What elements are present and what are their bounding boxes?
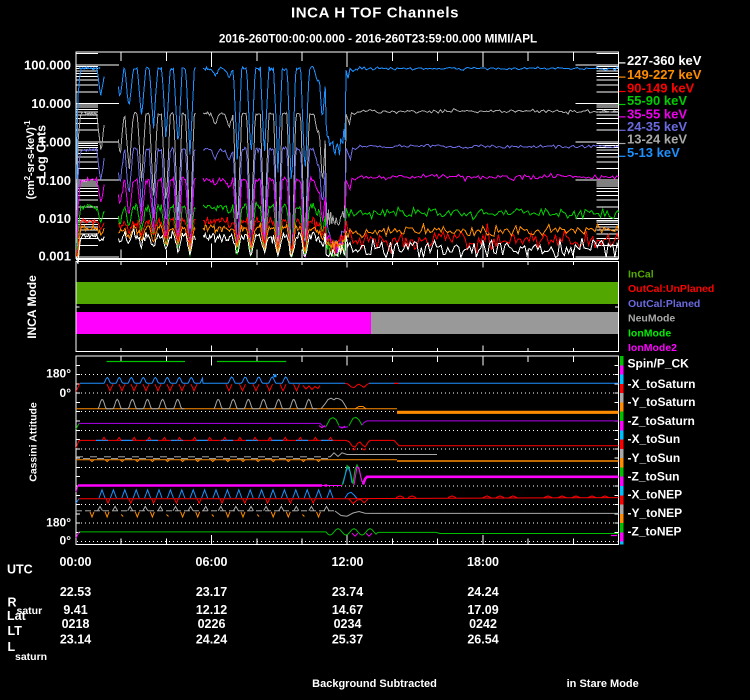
svg-text:-Y_toNEP: -Y_toNEP [628,506,683,520]
svg-text:100.000: 100.000 [24,58,71,73]
svg-text:-Z_toNEP: -Z_toNEP [628,525,682,539]
svg-text:(cm2-sr-s-keV)-1: (cm2-sr-s-keV)-1 [23,120,37,199]
svg-text:227-360 keV: 227-360 keV [627,53,702,68]
svg-text:24.24: 24.24 [467,585,498,599]
svg-text:OutCal:Planed: OutCal:Planed [628,298,700,310]
svg-text:-Y_toSun: -Y_toSun [628,451,681,465]
svg-text:-Y_toSaturn: -Y_toSaturn [628,395,696,409]
svg-text:23.14: 23.14 [60,633,91,647]
svg-text:OutCal:UnPlaned: OutCal:UnPlaned [628,283,714,295]
svg-text:14.67: 14.67 [332,603,363,617]
svg-text:-X_toSaturn: -X_toSaturn [628,377,696,391]
svg-text:22.53: 22.53 [60,585,91,599]
svg-text:NeuMode: NeuMode [628,313,675,325]
svg-text:180°: 180° [46,516,71,530]
svg-text:0.010: 0.010 [38,211,71,226]
svg-text:0226: 0226 [198,617,226,631]
svg-text:-Z_toSun: -Z_toSun [628,469,680,483]
svg-text:UTC: UTC [7,563,33,577]
svg-text:-X_toSun: -X_toSun [628,432,681,446]
svg-text:in Stare Mode: in Stare Mode [567,678,639,690]
svg-text:12.12: 12.12 [196,603,227,617]
svg-text:LT: LT [8,624,23,638]
svg-text:0°: 0° [60,534,72,548]
svg-text:2016-260T00:00:00.000 - 2016-2: 2016-260T00:00:00.000 - 2016-260T23:59:0… [219,33,537,46]
svg-text:InCal: InCal [628,269,654,281]
svg-text:Lat: Lat [7,609,27,623]
svg-text:5-13 keV: 5-13 keV [627,145,680,160]
svg-text:18:00: 18:00 [467,555,499,569]
svg-text:23.17: 23.17 [196,585,227,599]
svg-text:saturn: saturn [15,651,47,663]
svg-text:12:00: 12:00 [332,555,364,569]
svg-text:10.000: 10.000 [31,96,71,111]
svg-text:-X_toNEP: -X_toNEP [628,488,683,502]
svg-text:Background Subtracted: Background Subtracted [312,678,437,690]
svg-text:INCA Mode: INCA Mode [25,275,39,339]
svg-text:00:00: 00:00 [60,555,92,569]
svg-text:INCA H TOF Channels: INCA H TOF Channels [291,5,459,22]
svg-text:Cassini Attitude: Cassini Attitude [28,402,40,482]
svg-text:23.74: 23.74 [332,585,363,599]
svg-text:180°: 180° [46,367,71,381]
svg-text:IonMode: IonMode [628,327,671,339]
svg-text:25.37: 25.37 [332,633,363,647]
svg-text:-Z_toSaturn: -Z_toSaturn [628,414,695,428]
svg-text:9.41: 9.41 [63,603,87,617]
svg-text:IonMode2: IonMode2 [628,342,677,354]
svg-text:0218: 0218 [62,617,90,631]
svg-text:0°: 0° [60,386,72,400]
svg-text:24.24: 24.24 [196,633,227,647]
svg-text:06:00: 06:00 [196,555,228,569]
svg-text:0242: 0242 [469,617,497,631]
svg-text:17.09: 17.09 [467,603,498,617]
svg-text:R: R [8,595,17,609]
svg-text:0234: 0234 [334,617,362,631]
svg-text:Spin/P_CK: Spin/P_CK [628,357,690,371]
svg-text:26.54: 26.54 [467,633,498,647]
svg-text:0.001: 0.001 [38,249,71,264]
